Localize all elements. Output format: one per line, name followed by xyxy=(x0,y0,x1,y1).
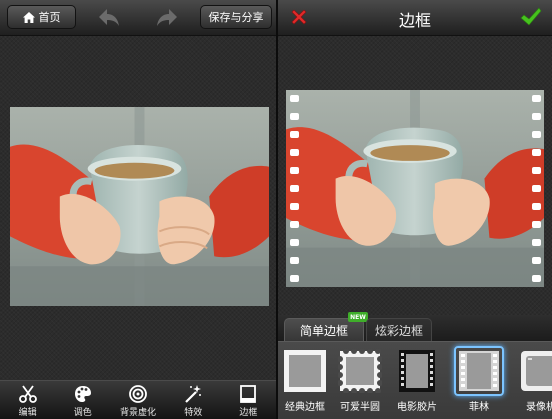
frame-label: 录像机 xyxy=(526,402,552,413)
framed-photo-preview xyxy=(286,90,544,287)
tool-bar: 编辑 调色 背景虚化 特效 边框 xyxy=(0,380,276,419)
home-icon xyxy=(22,11,35,23)
semicircle-frame-thumbnail xyxy=(337,348,383,394)
tool-effects[interactable]: 特效 xyxy=(166,381,221,419)
frame-label: 电影胶片 xyxy=(397,402,437,413)
magic-wand-icon xyxy=(185,385,202,403)
tool-label: 边框 xyxy=(239,408,258,418)
home-label: 首页 xyxy=(38,11,61,24)
frame-picker-screen: 边框 简单边框 NEW 炫彩边框 经典边框 可爱半圆 电影胶片 菲林 录像 xyxy=(278,0,552,419)
scissors-icon xyxy=(18,385,37,403)
tool-label: 特效 xyxy=(184,408,203,418)
vcr-frame-thumbnail xyxy=(519,349,552,393)
frame-option-film-selected[interactable]: 菲林 xyxy=(454,346,504,413)
frame-icon xyxy=(240,385,257,403)
tab-label: 简单边框 xyxy=(299,323,348,338)
photo-editor-screen: 首页 保存与分享 编辑 调色 背景虚化 特效 边框 xyxy=(0,0,276,419)
frame-label: 经典边框 xyxy=(285,402,325,413)
tool-label: 调色 xyxy=(73,408,92,418)
redo-icon[interactable] xyxy=(155,7,179,29)
coffee-cup-photo xyxy=(10,107,269,306)
home-button[interactable]: 首页 xyxy=(7,5,76,29)
tab-simple-frames[interactable]: 简单边框 NEW xyxy=(284,312,368,341)
frame-option-vcr[interactable]: 录像机 xyxy=(516,349,552,413)
tool-frame[interactable]: 边框 xyxy=(221,381,276,419)
selection-highlight xyxy=(454,346,504,396)
tool-background-blur[interactable]: 背景虚化 xyxy=(110,381,165,419)
tab-label: 炫彩边框 xyxy=(374,323,423,338)
new-badge: NEW xyxy=(348,312,368,322)
frame-option-classic[interactable]: 经典边框 xyxy=(280,349,330,413)
frame-options-strip: 经典边框 可爱半圆 电影胶片 菲林 录像 xyxy=(278,341,552,419)
top-bar: 边框 xyxy=(278,0,552,36)
save-and-share-button[interactable]: 保存与分享 xyxy=(200,5,272,29)
tool-label: 编辑 xyxy=(18,408,37,418)
save-and-share-label: 保存与分享 xyxy=(208,11,264,24)
tool-color[interactable]: 调色 xyxy=(55,381,110,419)
tab-colorful-frames[interactable]: 炫彩边框 xyxy=(366,318,432,341)
tool-label: 背景虚化 xyxy=(120,408,157,418)
top-bar: 首页 保存与分享 xyxy=(0,0,276,36)
frame-option-movie-film[interactable]: 电影胶片 xyxy=(392,349,442,413)
classic-frame-thumbnail xyxy=(283,349,327,393)
frame-option-cute-semicircle[interactable]: 可爱半圆 xyxy=(335,348,385,413)
undo-icon[interactable] xyxy=(97,7,121,29)
screen-title: 边框 xyxy=(398,11,431,30)
coffee-cup-photo xyxy=(286,90,544,287)
frame-category-tabs: 简单边框 NEW 炫彩边框 xyxy=(278,312,552,341)
photo xyxy=(10,107,269,306)
palette-icon xyxy=(74,386,91,402)
confirm-check-icon[interactable] xyxy=(520,7,542,27)
blur-target-icon xyxy=(129,385,147,403)
film-sprockets-right xyxy=(530,90,542,287)
frame-label: 可爱半圆 xyxy=(340,402,380,413)
frame-label: 菲林 xyxy=(469,402,489,413)
tool-edit[interactable]: 编辑 xyxy=(0,381,55,419)
film-frame-thumbnail xyxy=(454,346,504,396)
film-sprockets-left xyxy=(288,90,300,287)
movie-film-frame-thumbnail xyxy=(395,349,439,393)
